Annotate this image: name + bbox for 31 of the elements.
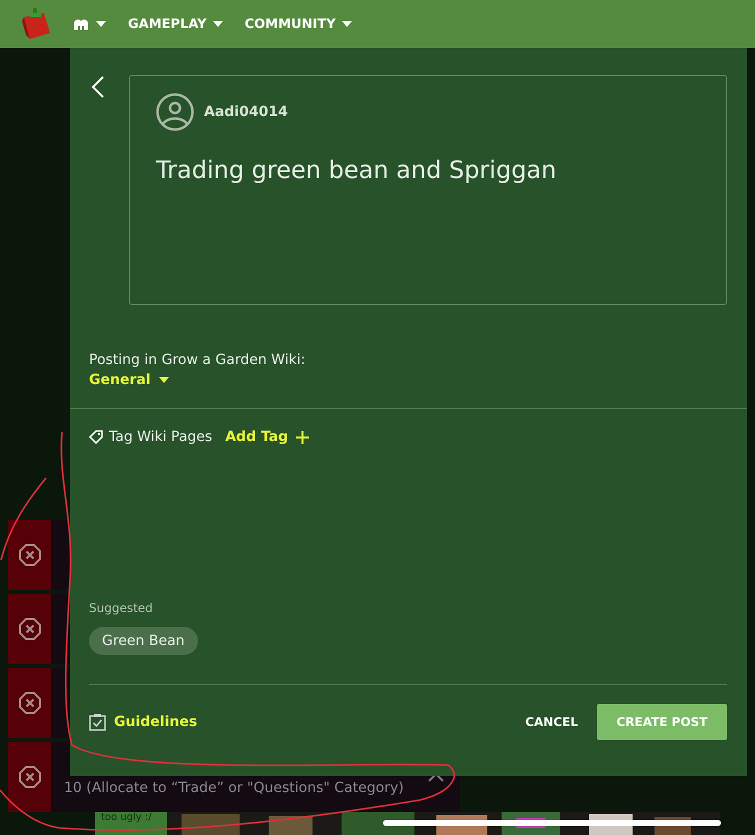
back-icon[interactable] — [91, 76, 105, 98]
tag-icon — [89, 430, 103, 444]
suggested-tag-chip[interactable]: Green Bean — [89, 627, 198, 655]
avatar-icon — [156, 93, 194, 131]
suggested-label: Suggested — [89, 601, 153, 615]
guidelines-link[interactable]: Guidelines — [89, 713, 198, 731]
caret-icon — [96, 21, 106, 27]
username: Aadi04014 — [204, 104, 288, 120]
tag-label: Tag Wiki Pages — [109, 429, 212, 445]
cancel-button[interactable]: CANCEL — [525, 715, 578, 729]
checklist-icon — [89, 713, 106, 731]
post-editor[interactable]: Aadi04014 Trading green bean and Spriggan — [129, 75, 727, 305]
close-icon[interactable] — [18, 618, 40, 640]
caret-icon — [212, 21, 223, 27]
caret-icon — [158, 377, 169, 383]
logo-icon[interactable] — [20, 7, 52, 41]
wiki-icon — [72, 17, 90, 31]
close-icon[interactable] — [18, 692, 40, 714]
notification-text: 10 (Allocate to “Trade” or "Questions" Category) — [64, 780, 404, 796]
close-icon[interactable] — [18, 544, 40, 566]
posting-label: Posting in Grow a Garden Wiki: — [89, 352, 306, 368]
close-icon[interactable] — [18, 766, 40, 788]
plus-icon — [296, 430, 310, 444]
image-caption: too ugly :/ — [95, 812, 167, 835]
nav-menu-button[interactable]: COMMUNITY — [244, 16, 352, 32]
post-title: Trading green bean and Spriggan — [156, 156, 558, 184]
nav-menu-button[interactable]: GAMEPLAY — [128, 16, 223, 32]
category-dropdown[interactable]: General — [89, 372, 169, 388]
wiki-menu-button[interactable] — [72, 17, 106, 31]
caret-icon — [342, 21, 352, 27]
add-tag-button[interactable]: Add Tag — [225, 429, 310, 445]
